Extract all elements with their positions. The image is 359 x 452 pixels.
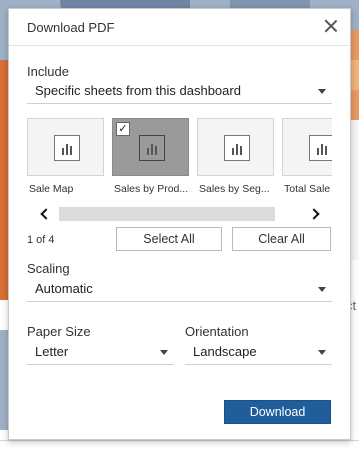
orientation-select[interactable]: Landscape: [185, 341, 332, 365]
scaling-select[interactable]: Automatic: [27, 278, 332, 302]
background-divider: [0, 440, 359, 441]
sheet-label: Sale Map: [29, 183, 74, 195]
bar-chart-icon: [139, 135, 165, 161]
paper-size-select[interactable]: Letter: [27, 341, 174, 365]
background-map-region: [0, 60, 8, 300]
scaling-select-value: Automatic: [35, 281, 93, 296]
chevron-right-icon[interactable]: [306, 205, 326, 223]
include-label: Include: [27, 64, 69, 79]
chevron-left-icon[interactable]: [35, 205, 55, 223]
dialog-title: Download PDF: [27, 20, 115, 35]
sheet-thumbnail-sale-map[interactable]: Sale Map: [27, 118, 104, 210]
chevron-down-icon: [318, 89, 326, 94]
paper-size-select-value: Letter: [35, 344, 69, 359]
sheet-label: Sales by Seg...: [199, 183, 270, 195]
sheet-label: Total Sale: [284, 183, 331, 195]
sheet-card: ✓: [112, 118, 189, 176]
sheet-carousel: Sale Map ✓ Sales by Prod... Sales by Seg…: [27, 118, 332, 210]
background-map-region: [0, 330, 8, 430]
sheet-card: [27, 118, 104, 176]
clear-all-button[interactable]: Clear All: [232, 227, 331, 251]
chevron-down-icon: [160, 350, 168, 355]
sheet-card: [282, 118, 332, 176]
sheet-card: [197, 118, 274, 176]
include-select[interactable]: Specific sheets from this dashboard: [27, 80, 332, 104]
sheet-thumbnail-sales-by-product[interactable]: ✓ Sales by Prod...: [112, 118, 189, 210]
bar-chart-icon: [309, 135, 332, 161]
chevron-down-icon: [318, 287, 326, 292]
sheet-label: Sales by Prod...: [114, 183, 189, 195]
scrollbar-track[interactable]: [59, 207, 275, 221]
checkbox-checked-icon[interactable]: ✓: [116, 122, 130, 136]
scaling-label: Scaling: [27, 261, 70, 276]
orientation-label: Orientation: [185, 324, 249, 339]
download-pdf-dialog: Download PDF Include Specific sheets fro…: [8, 8, 351, 440]
bar-chart-icon: [54, 135, 80, 161]
carousel-scrollbar: [27, 205, 332, 223]
chevron-down-icon: [318, 350, 326, 355]
header-divider: [9, 45, 350, 46]
bar-chart-icon: [224, 135, 250, 161]
orientation-select-value: Landscape: [193, 344, 257, 359]
sheet-thumbnail-total-sale[interactable]: Total Sale: [282, 118, 332, 210]
selection-count: 1 of 4: [27, 234, 55, 246]
select-all-button[interactable]: Select All: [116, 227, 222, 251]
include-select-value: Specific sheets from this dashboard: [35, 83, 241, 98]
sheet-thumbnail-sales-by-segment[interactable]: Sales by Seg...: [197, 118, 274, 210]
download-button[interactable]: Download: [224, 400, 331, 424]
paper-size-label: Paper Size: [27, 324, 91, 339]
close-icon[interactable]: [323, 18, 339, 34]
